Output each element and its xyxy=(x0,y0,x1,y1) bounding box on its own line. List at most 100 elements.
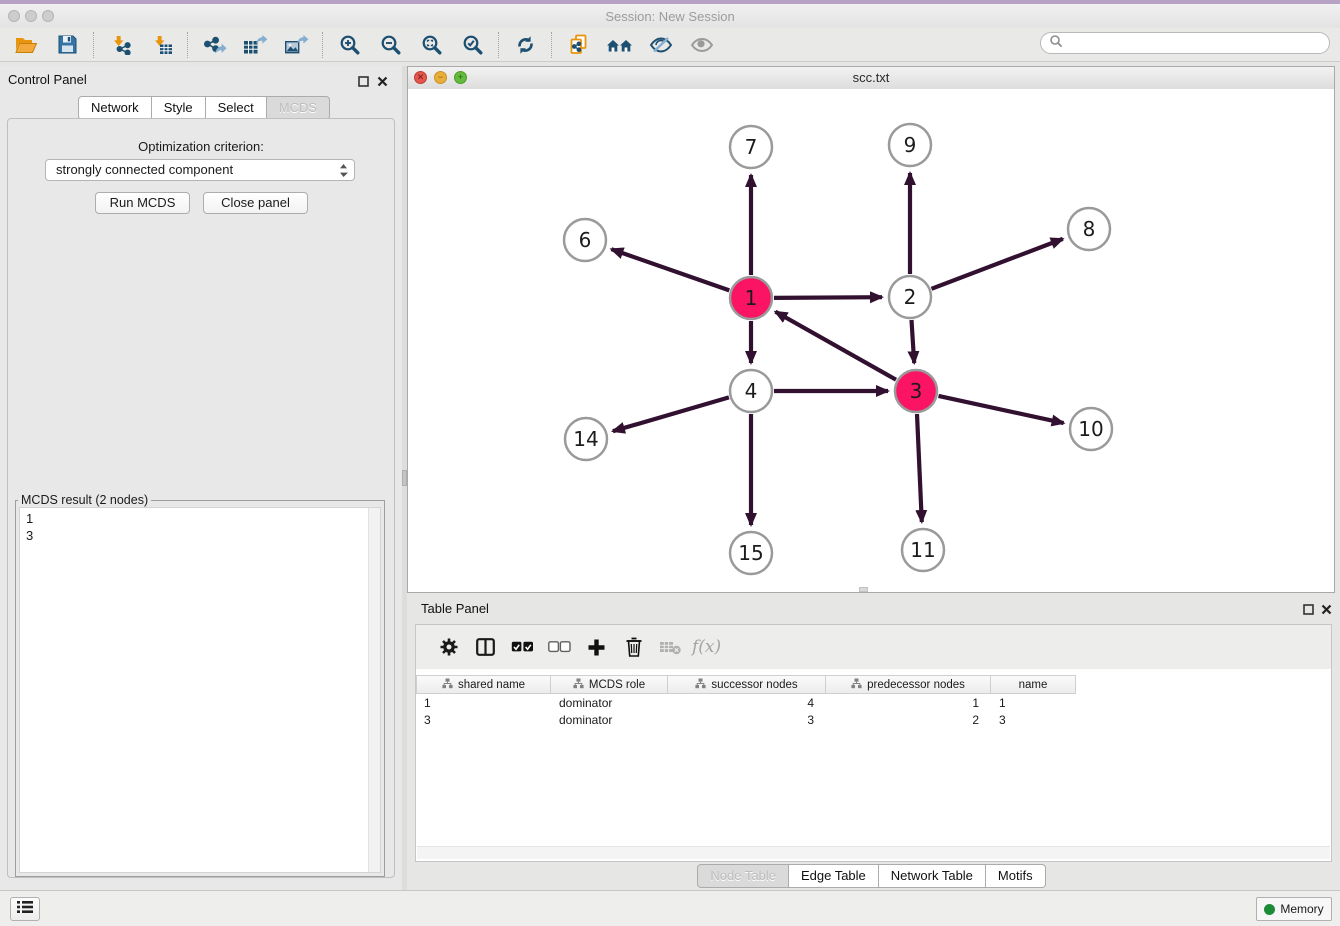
node-label: 7 xyxy=(745,135,758,159)
zoom-out-icon[interactable] xyxy=(370,31,411,59)
node-10[interactable]: 10 xyxy=(1070,408,1112,450)
open-folder-icon[interactable] xyxy=(6,31,47,59)
table-cell[interactable]: dominator xyxy=(551,711,668,728)
table-close-panel-icon[interactable] xyxy=(1321,602,1332,620)
table-cell[interactable]: 1 xyxy=(991,694,1076,711)
column-header-label: successor nodes xyxy=(711,679,797,691)
node-1[interactable]: 1 xyxy=(730,277,772,319)
first-neighbors-icon[interactable] xyxy=(599,31,640,59)
tab-network-table[interactable]: Network Table xyxy=(879,864,986,888)
table-row[interactable]: 1dominator411 xyxy=(416,694,1076,711)
node-8[interactable]: 8 xyxy=(1068,208,1110,250)
node-15[interactable]: 15 xyxy=(730,532,772,574)
node-label: 9 xyxy=(904,133,917,157)
table-cell[interactable]: 3 xyxy=(416,711,551,728)
edge-4-14[interactable] xyxy=(613,397,729,431)
refresh-icon[interactable] xyxy=(505,31,546,59)
toolbar-separator xyxy=(187,32,189,58)
network-graph[interactable]: 7 9 6 8 1 2 4 3 14 10 15 11 xyxy=(408,89,1334,592)
memory-button[interactable]: Memory xyxy=(1256,897,1332,921)
columns-icon[interactable] xyxy=(467,632,504,662)
zoom-selected-icon[interactable] xyxy=(452,31,493,59)
column-header-MCDS-role[interactable]: MCDS role xyxy=(551,675,668,694)
table-horizontal-scrollbar[interactable] xyxy=(417,846,1330,859)
result-scrollbar[interactable] xyxy=(368,508,380,872)
table-rows: 1dominator4113dominator323 xyxy=(416,694,1076,728)
node-label: 6 xyxy=(579,228,592,252)
column-header-successor-nodes[interactable]: successor nodes xyxy=(668,675,826,694)
close-panel-button[interactable]: Close panel xyxy=(203,192,308,214)
table-float-panel-icon[interactable] xyxy=(1303,602,1314,620)
criterion-dropdown-value: strongly connected component xyxy=(56,162,233,177)
table-row[interactable]: 3dominator323 xyxy=(416,711,1076,728)
gear-icon[interactable] xyxy=(430,632,467,662)
task-history-button[interactable] xyxy=(10,897,40,921)
node-6[interactable]: 6 xyxy=(564,219,606,261)
float-panel-icon[interactable] xyxy=(358,74,369,92)
node-9[interactable]: 9 xyxy=(889,124,931,166)
import-table-icon[interactable] xyxy=(141,31,182,59)
zoom-in-icon[interactable] xyxy=(329,31,370,59)
export-network-icon[interactable] xyxy=(194,31,235,59)
canvas-resize-handle[interactable] xyxy=(859,587,868,592)
column-header-shared-name[interactable]: shared name xyxy=(416,675,551,694)
run-mcds-button[interactable]: Run MCDS xyxy=(95,192,190,214)
tab-select[interactable]: Select xyxy=(206,96,267,120)
node-label: 8 xyxy=(1083,217,1096,241)
search-input[interactable] xyxy=(1068,35,1329,51)
column-type-icon xyxy=(695,678,706,692)
export-image-icon[interactable] xyxy=(276,31,317,59)
node-4[interactable]: 4 xyxy=(730,370,772,412)
table-cell[interactable]: 4 xyxy=(668,694,826,711)
tab-style[interactable]: Style xyxy=(152,96,206,120)
criterion-dropdown[interactable]: strongly connected component xyxy=(45,159,355,181)
add-column-icon[interactable] xyxy=(578,632,615,662)
column-header-predecessor-nodes[interactable]: predecessor nodes xyxy=(826,675,991,694)
table-cell[interactable]: 3 xyxy=(991,711,1076,728)
network-view-window: ✕ − + scc.txt 7968124314101511 xyxy=(407,66,1335,593)
column-type-icon xyxy=(573,678,584,692)
edge-3-11[interactable] xyxy=(917,414,922,522)
edge-2-8[interactable] xyxy=(932,239,1063,289)
edge-1-2[interactable] xyxy=(774,297,882,298)
table-cell[interactable]: 3 xyxy=(668,711,826,728)
node-3[interactable]: 3 xyxy=(895,370,937,412)
node-11[interactable]: 11 xyxy=(902,529,944,571)
search-field[interactable] xyxy=(1040,32,1330,54)
node-2[interactable]: 2 xyxy=(889,276,931,318)
column-type-icon xyxy=(442,678,453,692)
duplicate-network-icon[interactable] xyxy=(558,31,599,59)
show-details-icon[interactable] xyxy=(681,31,722,59)
edge-3-1[interactable] xyxy=(775,312,896,380)
node-label: 14 xyxy=(573,427,598,451)
svg-text:f(x): f(x) xyxy=(690,637,721,657)
table-cell[interactable]: 1 xyxy=(826,694,991,711)
table-cell[interactable]: 2 xyxy=(826,711,991,728)
deselect-all-icon[interactable] xyxy=(541,632,578,662)
edge-1-6[interactable] xyxy=(611,249,729,290)
import-network-icon[interactable] xyxy=(100,31,141,59)
node-14[interactable]: 14 xyxy=(565,418,607,460)
save-icon[interactable] xyxy=(47,31,88,59)
delete-column-icon[interactable] xyxy=(615,632,652,662)
tab-motifs[interactable]: Motifs xyxy=(986,864,1046,888)
table-cell[interactable]: dominator xyxy=(551,694,668,711)
edge-2-3[interactable] xyxy=(912,320,915,363)
edge-3-10[interactable] xyxy=(939,396,1064,423)
app-titlebar: Session: New Session xyxy=(0,4,1340,29)
table-panel: Table Panel f(x) shared nameMCDS rolesuc… xyxy=(407,597,1336,890)
select-all-icon[interactable] xyxy=(504,632,541,662)
column-header-name[interactable]: name xyxy=(991,675,1076,694)
hide-details-icon[interactable] xyxy=(640,31,681,59)
mcds-result-line: 1 xyxy=(26,510,374,527)
table-cell[interactable]: 1 xyxy=(416,694,551,711)
node-7[interactable]: 7 xyxy=(730,126,772,168)
tab-edge-table[interactable]: Edge Table xyxy=(789,864,879,888)
tab-network[interactable]: Network xyxy=(78,96,152,120)
zoom-fit-icon[interactable] xyxy=(411,31,452,59)
network-canvas[interactable]: 7 9 6 8 1 2 4 3 14 10 15 11 xyxy=(408,89,1334,592)
export-table-icon[interactable] xyxy=(235,31,276,59)
tab-node-table[interactable]: Node Table xyxy=(697,864,789,888)
close-panel-icon[interactable] xyxy=(377,74,388,92)
tab-mcds[interactable]: MCDS xyxy=(267,96,330,120)
